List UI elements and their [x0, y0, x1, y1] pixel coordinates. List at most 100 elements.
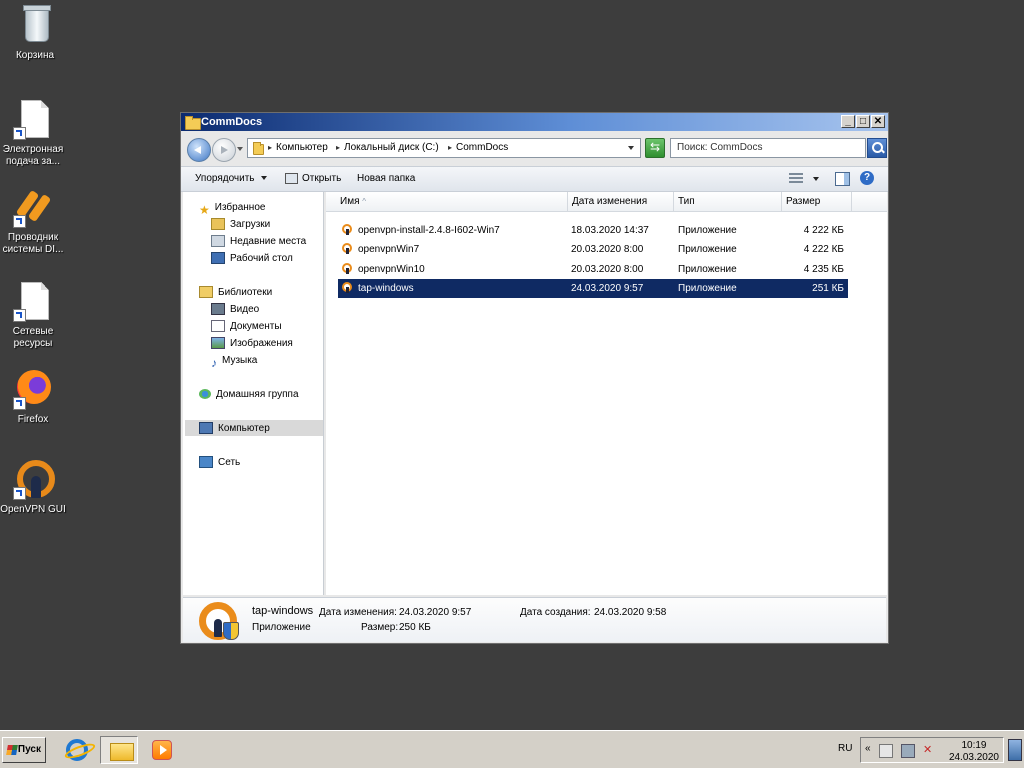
nav-pictures[interactable]: Изображения	[211, 336, 293, 352]
file-date: 20.03.2020 8:00	[571, 264, 644, 275]
address-dropdown[interactable]	[628, 146, 634, 150]
help-icon[interactable]: ?	[860, 171, 874, 185]
taskbar-explorer[interactable]	[100, 736, 138, 764]
desktop-icon-recycle-bin[interactable]: Корзина	[0, 5, 70, 62]
file-row-openvpn-install[interactable]: openvpn-install-2.4.8-I602-Win7 18.03.20…	[338, 221, 848, 240]
details-file-type: Приложение	[252, 622, 311, 633]
file-name: openvpn-install-2.4.8-I602-Win7	[358, 225, 500, 236]
organize-button[interactable]: Упорядочить	[195, 173, 267, 184]
action-center-icon[interactable]	[879, 744, 893, 758]
open-icon	[285, 173, 298, 184]
open-button[interactable]: Открыть	[285, 173, 341, 184]
nav-recent-places[interactable]: Недавние места	[211, 234, 306, 250]
openvpn-app-icon	[342, 263, 352, 274]
desktop-icon-electronic-submission[interactable]: Электронная подача за...	[0, 100, 68, 168]
desktop-icon-openvpn[interactable]: OpenVPN GUI	[0, 460, 68, 516]
column-header-row: Имя ^ Дата изменения Тип Размер	[326, 192, 887, 212]
search-input[interactable]: Поиск: CommDocs	[670, 138, 866, 158]
nav-libraries[interactable]: Библиотеки	[199, 285, 272, 301]
folder-icon	[185, 116, 201, 130]
windows-logo-icon	[6, 745, 18, 755]
taskbar-media-player[interactable]	[144, 736, 182, 764]
homegroup-icon	[199, 389, 211, 400]
details-size-value: 250 КБ	[399, 622, 431, 633]
view-options-icon[interactable]	[789, 173, 803, 184]
clock[interactable]: 10:19 24.03.2020	[949, 740, 999, 764]
search-button[interactable]	[867, 138, 887, 158]
minimize-button[interactable]: _	[841, 115, 855, 128]
view-options-dropdown[interactable]	[813, 177, 819, 181]
folder-icon	[110, 743, 134, 761]
network-icon	[199, 456, 213, 469]
video-library-icon	[211, 303, 225, 316]
new-folder-button[interactable]: Новая папка	[357, 173, 415, 184]
file-size: 4 235 КБ	[803, 264, 844, 275]
taskbar-internet-explorer[interactable]	[58, 736, 96, 764]
desktop-icon-network-resources[interactable]: Сетевые ресурсы	[0, 282, 68, 350]
column-header-name[interactable]: Имя ^	[326, 192, 568, 211]
file-type: Приложение	[678, 283, 737, 294]
media-player-icon	[152, 740, 172, 760]
nav-music[interactable]: ♪ Музыка	[211, 353, 257, 370]
openvpn-app-icon	[342, 224, 352, 235]
breadcrumb-computer[interactable]: Компьютер	[268, 142, 328, 153]
nav-computer[interactable]: Компьютер	[199, 421, 270, 437]
column-header-size[interactable]: Размер	[782, 192, 852, 211]
shortcut-arrow-icon	[13, 127, 26, 140]
nav-homegroup[interactable]: Домашняя группа	[199, 387, 299, 403]
chevron-down-icon	[260, 176, 267, 181]
libraries-icon	[199, 286, 213, 299]
recycle-bin-icon	[23, 5, 51, 42]
downloads-folder-icon	[211, 218, 225, 231]
desktop-icon-label: Электронная подача за...	[2, 144, 64, 167]
volume-muted-icon[interactable]: ✕	[923, 744, 935, 756]
file-row-tap-windows[interactable]: tap-windows 24.03.2020 9:57 Приложение 2…	[338, 279, 848, 298]
recent-pages-dropdown[interactable]	[237, 147, 243, 151]
close-button[interactable]: ✕	[871, 115, 885, 128]
maximize-button[interactable]: □	[856, 115, 870, 128]
desktop-icon-label: Корзина	[15, 50, 55, 61]
nav-video[interactable]: Видео	[211, 302, 259, 318]
back-button[interactable]	[187, 138, 211, 162]
desktop-icon-label: OpenVPN GUI	[0, 504, 66, 515]
address-bar[interactable]: Компьютер Локальный диск (C:) CommDocs	[247, 138, 641, 158]
window-title: CommDocs	[201, 116, 263, 128]
file-list: Имя ^ Дата изменения Тип Размер openvpn-…	[326, 192, 887, 595]
breadcrumb-local-disk[interactable]: Локальный диск (C:)	[336, 142, 439, 153]
details-modified-label: Дата изменения:	[319, 607, 397, 618]
file-size: 4 222 КБ	[803, 244, 844, 255]
nav-downloads[interactable]: Загрузки	[211, 217, 270, 233]
start-button[interactable]: Пуск	[2, 737, 46, 763]
computer-icon	[199, 422, 213, 435]
file-size: 251 КБ	[812, 283, 844, 294]
breadcrumb-commdocs[interactable]: CommDocs	[448, 142, 508, 153]
details-pane: tap-windows Приложение Дата изменения: 2…	[183, 597, 886, 642]
command-bar: Упорядочить Открыть Новая папка ?	[181, 166, 888, 192]
network-tray-icon[interactable]	[901, 744, 915, 758]
recent-places-icon	[211, 235, 225, 248]
show-desktop-button[interactable]	[1008, 739, 1022, 761]
file-type: Приложение	[678, 225, 737, 236]
language-indicator[interactable]: RU	[838, 743, 852, 754]
desktop-icon-diadoc[interactable]: Проводник системы DI...	[0, 188, 68, 256]
explorer-window: CommDocs _ □ ✕ Компьютер Локальный диск …	[180, 112, 889, 644]
forward-button[interactable]	[212, 138, 236, 162]
nav-network[interactable]: Сеть	[199, 455, 240, 471]
file-date: 18.03.2020 14:37	[571, 225, 649, 236]
desktop-icon-firefox[interactable]: Firefox	[0, 370, 68, 426]
preview-pane-icon[interactable]	[835, 172, 850, 186]
nav-documents[interactable]: Документы	[211, 319, 282, 335]
file-name: openvpnWin10	[358, 264, 425, 275]
folder-icon	[253, 142, 264, 155]
shortcut-arrow-icon	[13, 397, 26, 410]
shortcut-arrow-icon	[13, 309, 26, 322]
file-row-openvpnwin10[interactable]: openvpnWin10 20.03.2020 8:00 Приложение …	[338, 260, 848, 279]
file-row-openvpnwin7[interactable]: openvpnWin7 20.03.2020 8:00 Приложение 4…	[338, 240, 848, 259]
column-header-date[interactable]: Дата изменения	[568, 192, 674, 211]
refresh-button[interactable]: ⇆	[645, 138, 665, 158]
tray-expand-icon[interactable]: «	[865, 743, 871, 754]
window-titlebar[interactable]: CommDocs _ □ ✕	[181, 113, 888, 131]
nav-favorites[interactable]: ★ Избранное	[199, 200, 265, 217]
nav-desktop[interactable]: Рабочий стол	[211, 251, 293, 267]
column-header-type[interactable]: Тип	[674, 192, 782, 211]
